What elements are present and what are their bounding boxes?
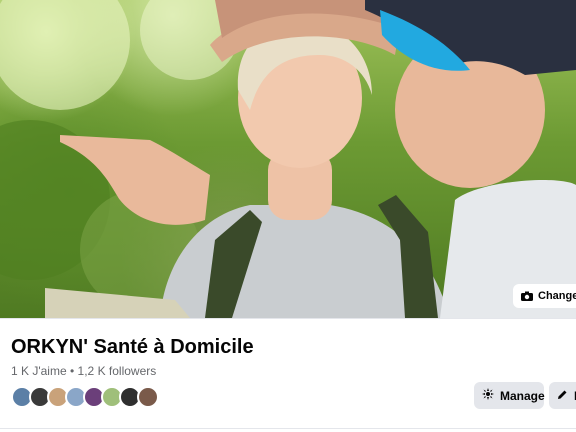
manage-button[interactable]: Manage [474,382,545,409]
divider [0,318,576,319]
follower-avatars [11,386,159,408]
page-title: ORKYN' Santé à Domicile [11,336,254,358]
manage-label: Manage [500,388,545,403]
change-cover-label: Changer [538,290,576,302]
manage-icon [482,388,494,403]
stats-separator: • [70,364,75,378]
cover-illustration [0,0,576,318]
cover-photo[interactable]: Changer [0,0,576,318]
change-cover-button[interactable]: Changer [513,284,576,308]
camera-icon [521,291,533,301]
pencil-icon [557,389,568,403]
followers-count[interactable]: 1,2 K followers [78,364,157,378]
divider [0,428,576,429]
likes-count[interactable]: 1 K J'aime [11,364,67,378]
edit-button[interactable]: E [549,382,576,409]
page-stats: 1 K J'aime • 1,2 K followers [11,364,156,378]
avatar[interactable] [137,386,159,408]
